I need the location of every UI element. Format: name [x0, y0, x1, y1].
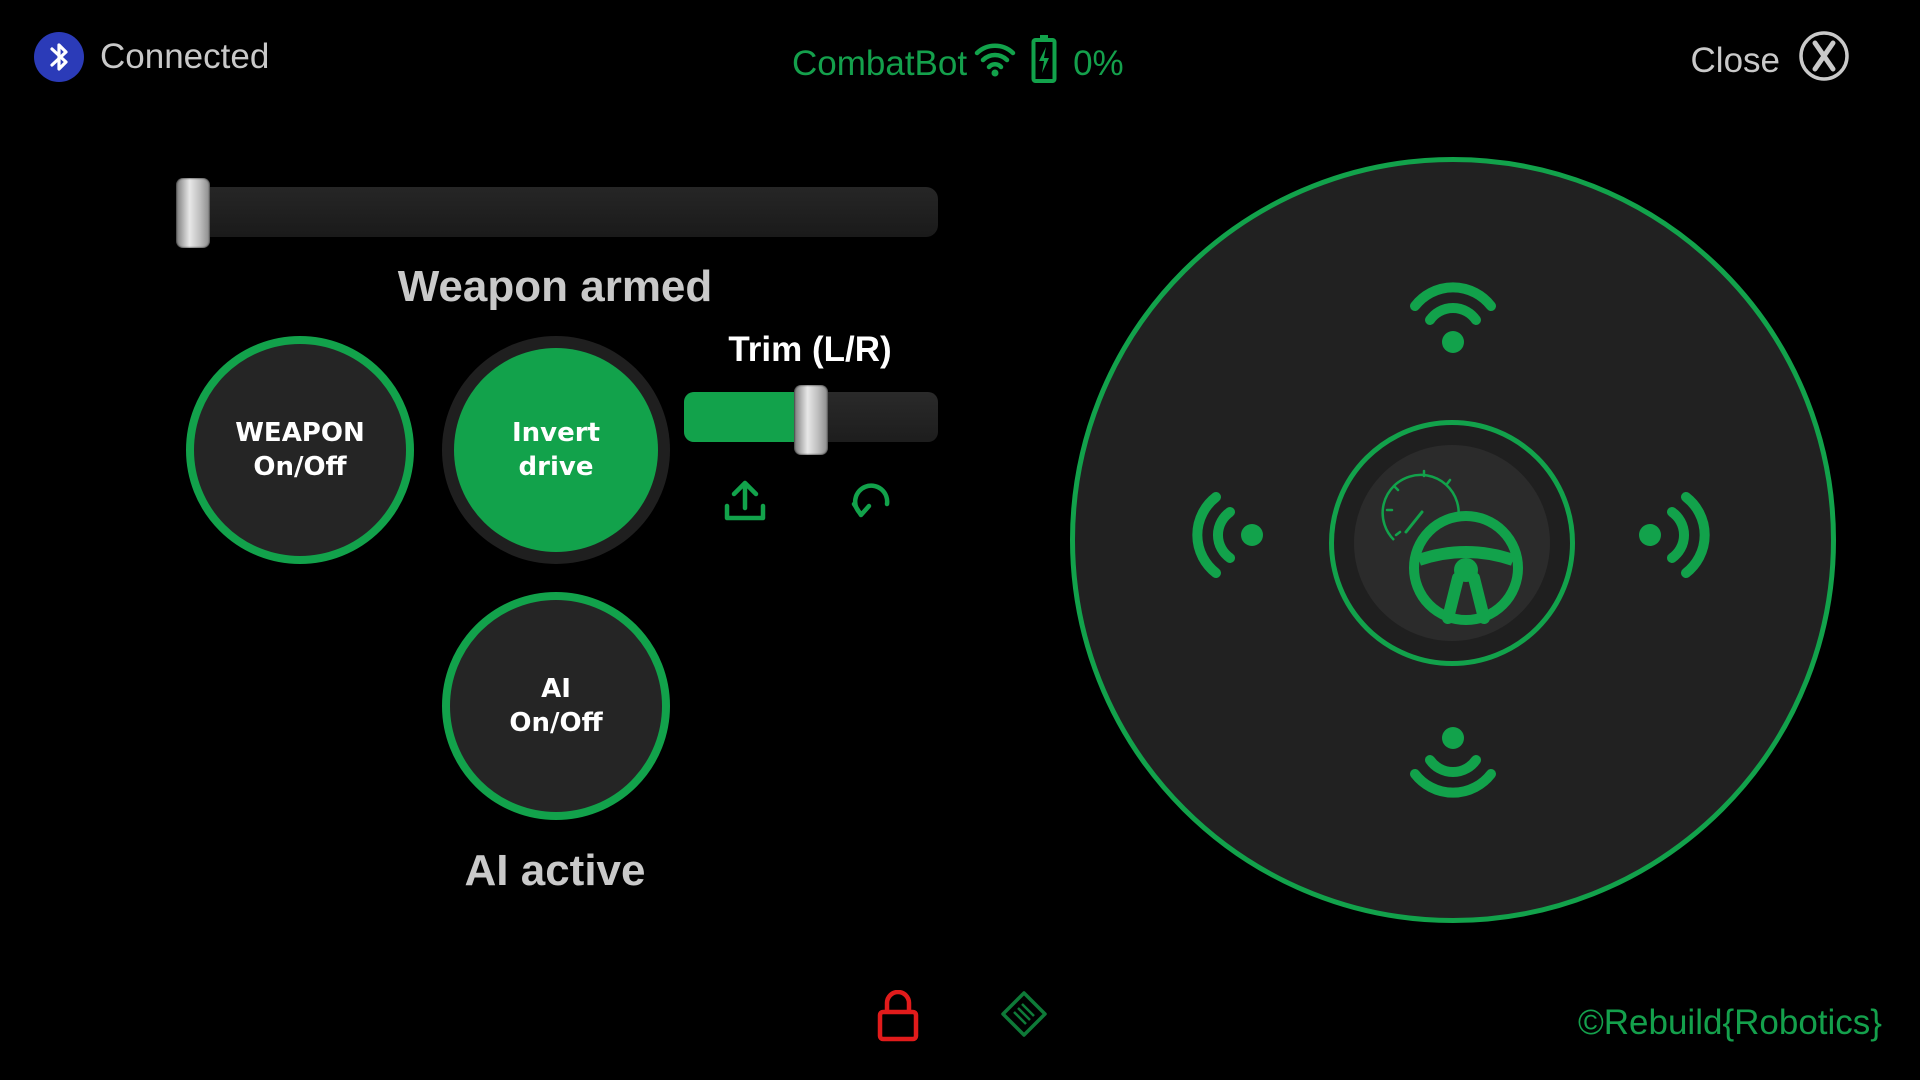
upload-icon[interactable]	[722, 478, 768, 529]
close-label: Close	[1690, 40, 1780, 80]
close-circle-icon	[1798, 30, 1850, 91]
weapon-toggle-button[interactable]: WEAPON On/Off	[186, 336, 414, 564]
combatbot-controller: Connected CombatBot 0% Close Weapon arme…	[0, 0, 1920, 1080]
diamond-icon[interactable]	[1000, 990, 1048, 1043]
invert-drive-label: Invert drive	[511, 418, 601, 482]
robot-status: CombatBot 0%	[792, 34, 1124, 93]
weapon-toggle-label: WEAPON On/Off	[235, 418, 365, 482]
trim-label: Trim (L/R)	[728, 330, 892, 369]
weapon-slider-track[interactable]	[176, 187, 938, 237]
battery-percent: 0%	[1073, 43, 1124, 83]
weapon-status: Weapon armed	[397, 262, 713, 311]
close-button[interactable]: Close	[1691, 30, 1850, 91]
bluetooth-status[interactable]: Connected	[34, 32, 269, 82]
trim-slider-fill	[684, 392, 811, 442]
ai-toggle-label: AI On/Off	[509, 674, 603, 738]
connection-status: Connected	[100, 37, 270, 76]
robot-name: CombatBot	[792, 43, 968, 83]
signal-left-icon[interactable]	[1190, 490, 1268, 585]
copyright-text: ©Rebuild{Robotics}	[1577, 1003, 1882, 1042]
lock-open-icon[interactable]	[876, 989, 920, 1047]
wifi-icon	[973, 39, 1017, 88]
signal-right-icon[interactable]	[1634, 490, 1712, 585]
invert-drive-face: Invert drive	[454, 348, 658, 552]
reset-icon[interactable]	[848, 478, 894, 529]
bluetooth-icon	[34, 32, 84, 82]
invert-drive-button[interactable]: Invert drive	[442, 336, 670, 564]
ai-toggle-button[interactable]: AI On/Off	[442, 592, 670, 820]
ai-status: AI active	[464, 846, 646, 895]
battery-charging-icon	[1031, 34, 1057, 93]
trim-slider-thumb[interactable]	[794, 385, 828, 455]
weapon-slider-thumb[interactable]	[176, 178, 210, 248]
signal-up-icon[interactable]	[1408, 280, 1498, 363]
steering-wheel-icon	[1406, 508, 1526, 633]
signal-down-icon[interactable]	[1408, 722, 1498, 805]
